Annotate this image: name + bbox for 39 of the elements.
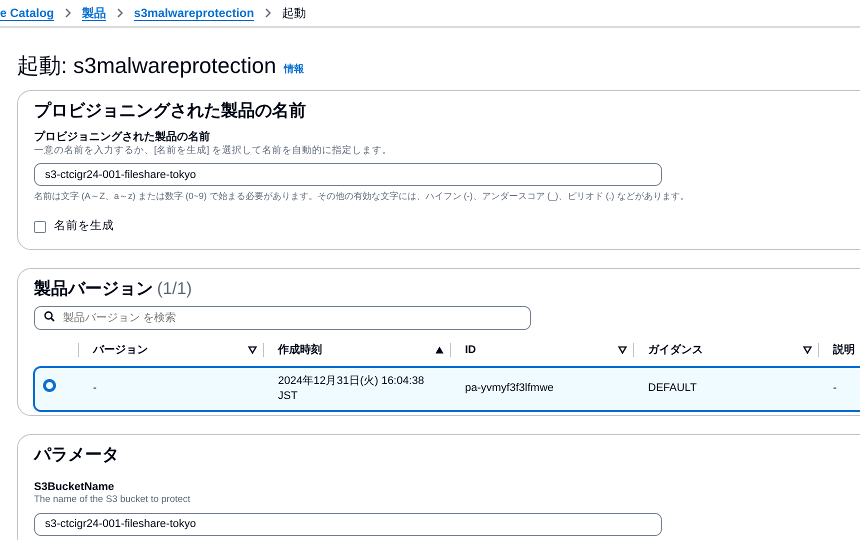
info-link[interactable]: 情報 [284,62,304,76]
chevron-icon [116,8,124,18]
page-title: 起動: s3malwareprotection [17,52,276,80]
field-description: 一意の名前を入力するか、[名前を生成] を選択して名前を自動的に指定します。 [34,144,393,157]
sort-icon[interactable] [803,346,812,354]
radio-button[interactable] [43,379,56,392]
section-heading: パラメータ [34,444,120,465]
column-header: 説明 [818,342,855,357]
sort-icon[interactable] [618,346,627,354]
section-heading: 製品バージョン [34,279,153,300]
breadcrumb-current: 起動 [282,5,306,22]
field-description: The name of the S3 bucket to protect [34,494,192,506]
table-cell-text: DEFAULT [647,381,698,396]
sort-ascending-icon[interactable] [435,346,444,354]
table-cell-text: - [92,381,98,396]
breadcrumb-link[interactable]: s3malwareprotection [134,4,254,22]
chevron-icon [64,8,72,18]
breadcrumb-link[interactable]: e Catalog [0,4,54,22]
item-count: (1/1) [157,279,192,300]
table-cell-text: 2024年12月31日(火) 16:04:38 JST [277,374,426,404]
text-input-field[interactable]: s3-ctcigr24-001-fileshare-tokyo [34,163,662,186]
checkbox[interactable] [34,220,46,233]
column-header[interactable]: ガイダンス [633,342,703,357]
field-label: S3BucketName [34,480,116,494]
checkbox-label: 名前を生成 [54,218,114,234]
sort-icon[interactable] [248,346,257,354]
breadcrumb-link[interactable]: 製品 [82,4,106,22]
field-constraint-text: 名前は文字 (A～Z、a～z) または数字 (0~9) で始まる必要があります。その他の有効な文字には、ハイフン (-)、アンダースコア (_)、ピリオド (.) などがあります。 [34,190,690,204]
column-header[interactable]: ID [450,342,476,357]
field-label: プロビジョニングされた製品の名前 [34,131,211,145]
column-header[interactable]: バージョン [78,342,148,357]
column-header[interactable]: 作成時刻 [263,342,322,357]
table-cell-text: pa-yvmyf3f3lfmwe [464,381,555,396]
chevron-icon [264,8,272,18]
text-input-field[interactable]: s3-ctcigr24-001-fileshare-tokyo [34,512,662,536]
table-cell-text: - [832,381,838,396]
section-heading: プロビジョニングされた製品の名前 [34,101,307,122]
table-row[interactable]: - 2024年12月31日(火) 16:04:38 JST pa-yvmyf3f3lfmwe DEFAULT - [33,366,860,412]
search-field[interactable]: 製品バージョン を検索 [34,306,531,330]
